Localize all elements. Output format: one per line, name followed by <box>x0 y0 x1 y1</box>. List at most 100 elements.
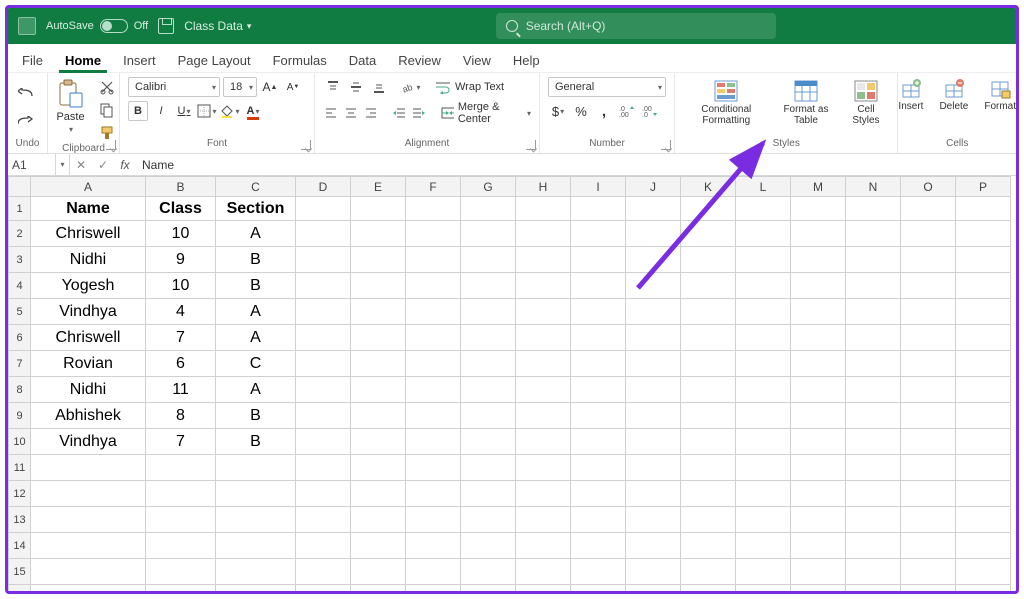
cell[interactable] <box>571 403 626 429</box>
cell[interactable] <box>461 533 516 559</box>
column-header[interactable]: P <box>956 177 1011 197</box>
cell[interactable]: Abhishek <box>31 403 146 429</box>
cell[interactable] <box>571 481 626 507</box>
cell[interactable] <box>681 481 736 507</box>
cell[interactable] <box>296 507 351 533</box>
cell[interactable] <box>736 403 791 429</box>
name-box-dropdown[interactable]: ▾ <box>56 154 70 175</box>
cell[interactable] <box>626 221 681 247</box>
cell[interactable] <box>31 559 146 585</box>
column-header[interactable]: B <box>146 177 216 197</box>
cell[interactable] <box>296 351 351 377</box>
cell[interactable] <box>736 299 791 325</box>
cell[interactable] <box>351 273 406 299</box>
cell[interactable] <box>736 197 791 221</box>
align-right-button[interactable] <box>363 103 380 123</box>
cell[interactable] <box>791 247 846 273</box>
cell[interactable]: B <box>216 429 296 455</box>
number-format-select[interactable]: General <box>548 77 666 97</box>
cell[interactable] <box>516 559 571 585</box>
cell[interactable] <box>956 273 1011 299</box>
cell[interactable] <box>516 299 571 325</box>
cell[interactable] <box>516 429 571 455</box>
cell[interactable]: Nidhi <box>31 247 146 273</box>
cell[interactable] <box>461 429 516 455</box>
cell[interactable] <box>681 559 736 585</box>
cell[interactable] <box>516 585 571 592</box>
cell[interactable] <box>461 197 516 221</box>
cell[interactable] <box>516 455 571 481</box>
row-header[interactable]: 15 <box>9 559 31 585</box>
cell[interactable] <box>956 325 1011 351</box>
cell[interactable] <box>351 299 406 325</box>
cell[interactable] <box>31 481 146 507</box>
cell[interactable] <box>351 197 406 221</box>
column-header[interactable]: O <box>901 177 956 197</box>
cell[interactable] <box>956 377 1011 403</box>
cell[interactable] <box>736 325 791 351</box>
cell[interactable] <box>846 273 901 299</box>
wrap-text-button[interactable]: Wrap Text <box>435 80 504 94</box>
cell[interactable] <box>516 247 571 273</box>
cell[interactable] <box>956 221 1011 247</box>
cell[interactable]: Rovian <box>31 351 146 377</box>
row-header[interactable]: 5 <box>9 299 31 325</box>
cell[interactable] <box>791 377 846 403</box>
cell[interactable] <box>626 533 681 559</box>
cell[interactable] <box>901 247 956 273</box>
column-header[interactable]: N <box>846 177 901 197</box>
row-header[interactable]: 11 <box>9 455 31 481</box>
cell[interactable] <box>791 273 846 299</box>
cell[interactable] <box>571 273 626 299</box>
cell[interactable] <box>791 559 846 585</box>
cell[interactable] <box>296 559 351 585</box>
cell[interactable] <box>146 559 216 585</box>
cell[interactable] <box>681 585 736 592</box>
cell[interactable]: 4 <box>146 299 216 325</box>
redo-button[interactable] <box>17 111 39 133</box>
cell[interactable]: Vindhya <box>31 429 146 455</box>
align-bottom-button[interactable] <box>369 77 389 97</box>
cell[interactable]: 7 <box>146 325 216 351</box>
cell[interactable] <box>956 197 1011 221</box>
tab-review[interactable]: Review <box>396 49 443 72</box>
cell[interactable] <box>406 403 461 429</box>
cell[interactable] <box>571 197 626 221</box>
cell[interactable] <box>846 507 901 533</box>
cell[interactable] <box>351 403 406 429</box>
enter-formula-icon[interactable]: ✓ <box>92 158 114 172</box>
percent-button[interactable]: % <box>571 101 591 121</box>
cell[interactable] <box>901 299 956 325</box>
cell[interactable] <box>516 325 571 351</box>
cell[interactable] <box>736 481 791 507</box>
cell[interactable] <box>516 533 571 559</box>
cell[interactable] <box>571 377 626 403</box>
paste-button[interactable]: Paste ▾ <box>50 77 90 136</box>
cell[interactable] <box>736 221 791 247</box>
cell[interactable] <box>901 481 956 507</box>
cell[interactable] <box>681 533 736 559</box>
cell[interactable] <box>406 197 461 221</box>
cell[interactable] <box>901 221 956 247</box>
column-header[interactable]: F <box>406 177 461 197</box>
cell[interactable] <box>461 351 516 377</box>
tab-page-layout[interactable]: Page Layout <box>176 49 253 72</box>
cell[interactable] <box>461 221 516 247</box>
currency-button[interactable]: $▾ <box>548 101 568 121</box>
cell[interactable] <box>461 507 516 533</box>
merge-center-button[interactable]: Merge & Center ▾ <box>441 101 531 125</box>
cell[interactable] <box>461 559 516 585</box>
cell[interactable]: Nidhi <box>31 377 146 403</box>
cell[interactable] <box>406 325 461 351</box>
cell[interactable] <box>626 299 681 325</box>
insert-function-icon[interactable]: fx <box>114 158 136 172</box>
cell[interactable] <box>956 559 1011 585</box>
cell[interactable]: Class <box>146 197 216 221</box>
cell[interactable] <box>296 299 351 325</box>
dialog-launcher-icon[interactable] <box>526 140 536 150</box>
cell[interactable] <box>296 481 351 507</box>
cell[interactable] <box>296 197 351 221</box>
cell[interactable] <box>516 197 571 221</box>
cell[interactable] <box>351 507 406 533</box>
cell[interactable] <box>146 533 216 559</box>
